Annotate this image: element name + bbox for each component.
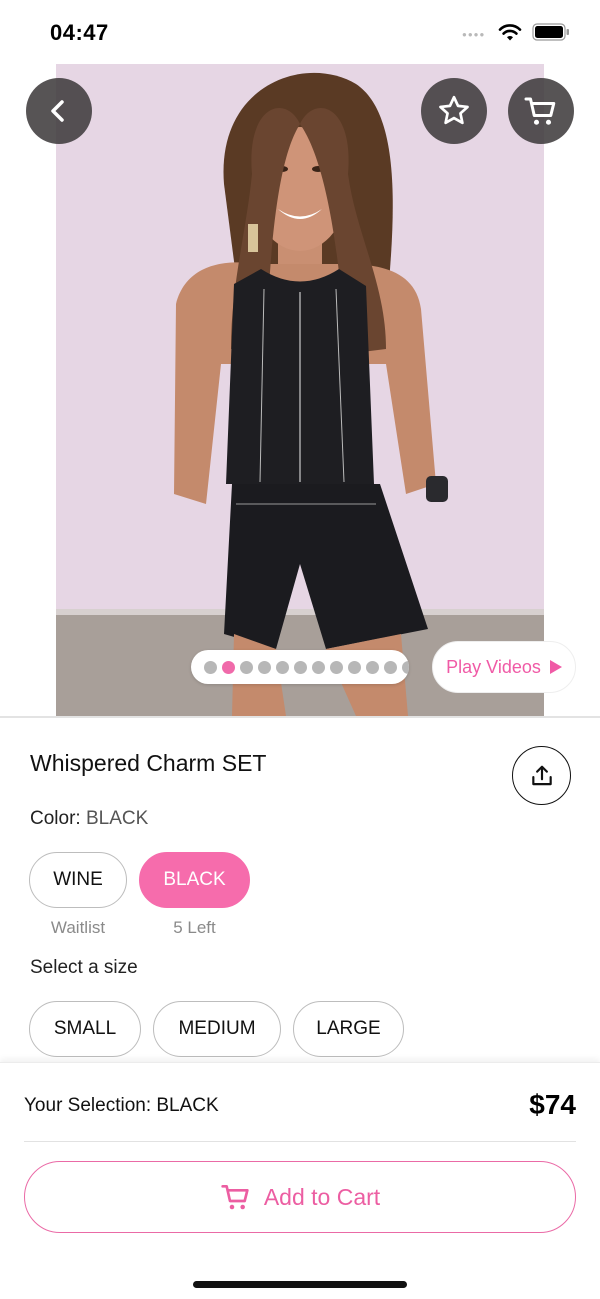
signal-dots-icon: ●●●● [462,30,486,39]
size-heading: Select a size [30,957,138,978]
selected-color-line: Color: BLACK [30,808,148,830]
page-dot[interactable] [222,660,235,674]
page-dot[interactable] [402,660,409,674]
page-dot[interactable] [384,660,397,674]
page-dot[interactable] [348,660,361,674]
share-button[interactable] [512,746,571,805]
stock-status-wine: Waitlist [50,918,106,937]
size-option-large[interactable]: LARGE [293,1001,404,1057]
color-option-label: WINE [53,869,103,890]
status-bar: 04:47 ●●●● [0,0,600,64]
page-dot[interactable] [240,660,253,674]
product-title: Whispered Charm SET [30,750,267,776]
play-videos-button[interactable]: Play Videos [432,641,576,693]
page-dot[interactable] [312,660,325,674]
product-detail-screen: 04:47 ●●●● Play Videos Whispered Charm S… [0,0,600,1299]
image-pager[interactable] [191,650,409,684]
chevron-left-icon [51,100,64,122]
color-value: BLACK [85,808,149,829]
checkout-bar: Your Selection: BLACK $74 Add to Cart [0,1062,600,1299]
price: $74 [529,1089,576,1120]
play-triangle-icon [549,660,562,674]
divider [0,716,600,718]
cart-icon [221,1185,249,1210]
back-button[interactable] [26,78,92,144]
wifi-icon [498,24,522,41]
status-time: 04:47 [50,20,109,45]
divider [24,1141,576,1142]
add-to-cart-button[interactable]: Add to Cart [24,1161,576,1233]
share-icon [531,765,552,785]
battery-icon [532,23,569,41]
page-dot[interactable] [366,660,379,674]
add-to-cart-label: Add to Cart [263,1183,381,1210]
color-option-black[interactable]: BLACK [139,852,250,908]
size-option-label: LARGE [316,1018,381,1039]
star-outline-icon [439,95,469,125]
page-dot[interactable] [330,660,343,674]
page-dot[interactable] [276,660,289,674]
size-option-label: MEDIUM [178,1018,256,1039]
color-option-wine[interactable]: WINE [29,852,127,908]
size-option-medium[interactable]: MEDIUM [153,1001,281,1057]
selection-summary: Your Selection: BLACK [24,1095,219,1116]
cart-icon [524,97,556,125]
page-dot[interactable] [204,660,217,674]
page-dot[interactable] [294,660,307,674]
play-videos-label: Play Videos [446,656,541,677]
size-option-small[interactable]: SMALL [29,1001,141,1057]
page-dot[interactable] [258,660,271,674]
product-image[interactable] [56,64,544,716]
product-photo [56,64,544,716]
home-indicator[interactable] [193,1281,407,1288]
color-option-label: BLACK [163,869,226,890]
color-label: Color: [30,808,81,829]
size-option-label: SMALL [53,1018,117,1039]
stock-status-black: 5 Left [173,918,216,937]
cart-button[interactable] [508,78,574,144]
favorite-button[interactable] [421,78,487,144]
